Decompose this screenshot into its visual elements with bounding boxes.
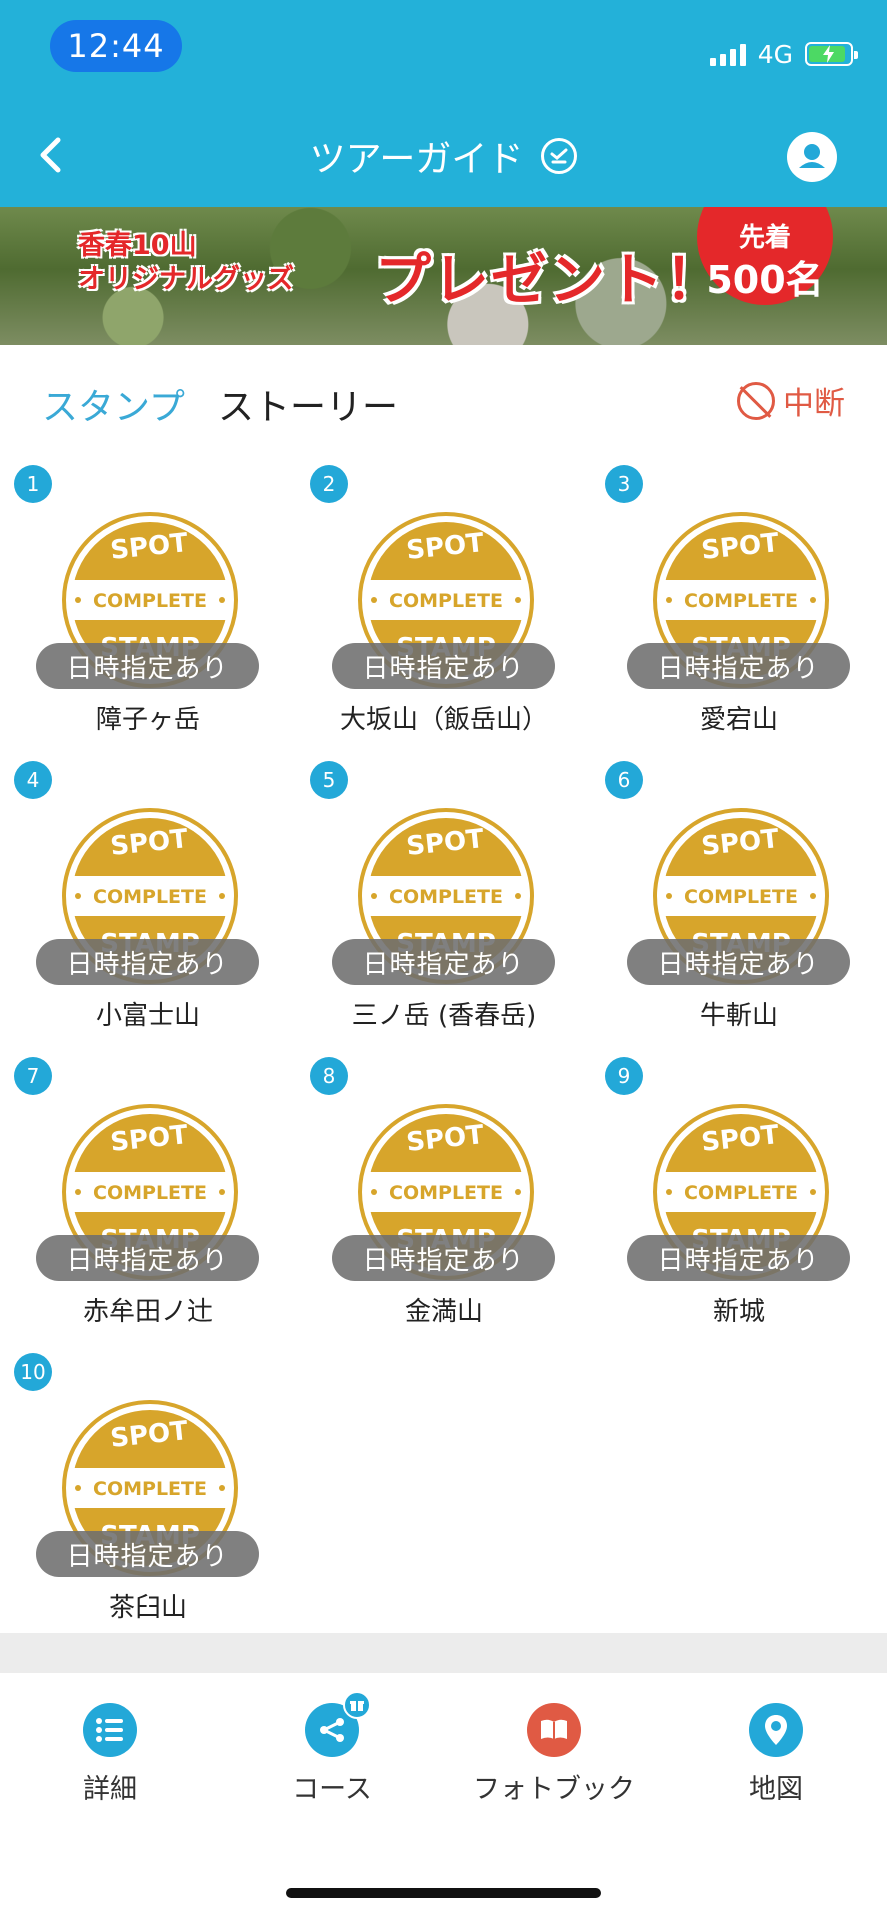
svg-text:COMPLETE: COMPLETE [93,886,207,908]
spot-name: 金満山 [404,1297,483,1327]
tab-photobook[interactable]: フォトブック [454,1703,654,1806]
stamp-cell[interactable]: 2 SPOTCOMPLETESTAMP 日時指定あり 大坂山（飯岳山） [296,455,592,751]
spot-name: 茶臼山 [108,1593,187,1623]
stamp-cell[interactable]: 7 SPOTCOMPLETESTAMP 日時指定あり 赤牟田ノ辻 [0,1047,296,1343]
tab-details[interactable]: 詳細 [10,1703,210,1806]
content-tabs: スタンプ ストーリー 中断 [0,345,887,450]
date-specified-badge: 日時指定あり [332,1235,555,1281]
svg-text:COMPLETE: COMPLETE [389,886,503,908]
tab-label: コース [292,1774,372,1805]
check-circle-icon [541,138,578,174]
svg-text:COMPLETE: COMPLETE [93,1182,207,1204]
stamp-grid: 1 SPOTCOMPLETESTAMP 日時指定あり 障子ヶ岳 2 SPOTCO… [0,455,887,1630]
pause-label: 中断 [783,386,845,422]
date-specified-badge: 日時指定あり [36,939,259,985]
stamp-cell[interactable]: 8 SPOTCOMPLETESTAMP 日時指定あり 金満山 [296,1047,592,1343]
gift-icon [343,1691,371,1719]
pause-button[interactable]: 中断 [737,378,845,423]
stamp-cell[interactable]: 1 SPOTCOMPLETESTAMP 日時指定あり 障子ヶ岳 [0,455,296,751]
banner-badge: 先着 500名 [697,207,833,305]
svg-text:COMPLETE: COMPLETE [684,1182,798,1204]
spot-number: 8 [310,1057,348,1095]
svg-text:COMPLETE: COMPLETE [389,1182,503,1204]
banner-subtitle: 香春10山 オリジナルグッズ [78,229,294,297]
stamp-cell[interactable]: 6 SPOTCOMPLETESTAMP 日時指定あり 牛斬山 [591,751,887,1047]
list-icon [83,1703,137,1757]
banner-headline: プレゼント！ [375,248,723,313]
section-divider [0,1633,887,1673]
tab-stamp[interactable]: スタンプ [42,378,185,430]
spot-name: 大坂山（飯岳山） [339,705,548,735]
stamp-cell[interactable]: 3 SPOTCOMPLETESTAMP 日時指定あり 愛宕山 [591,455,887,751]
spot-name: 牛斬山 [699,1001,778,1031]
network-type: 4G [757,39,793,69]
spot-name: 小富士山 [95,1001,200,1031]
spot-number: 7 [14,1057,52,1095]
signal-icon [709,42,746,66]
status-indicators: 4G [709,38,858,70]
date-specified-badge: 日時指定あり [332,643,555,689]
tab-map[interactable]: 地図 [676,1703,876,1806]
badge-bottom-text: 500名 [706,258,824,302]
pause-icon [737,381,775,420]
tab-story[interactable]: ストーリー [218,378,398,430]
spot-number: 9 [605,1057,643,1095]
share-icon [305,1691,371,1757]
tab-label: 詳細 [83,1774,137,1805]
status-time: 12:44 [50,20,182,72]
app-header: 12:44 4G ツアーガイド [0,0,887,207]
spot-number: 3 [605,465,643,503]
banner-line1: 香春10山 [78,230,197,261]
stamp-cell[interactable]: 4 SPOTCOMPLETESTAMP 日時指定あり 小富士山 [0,751,296,1047]
map-pin-icon [749,1703,803,1757]
page-title-text: ツアーガイド [309,139,524,180]
promo-banner[interactable]: 香春10山 オリジナルグッズ プレゼント！ 先着 500名 [0,207,887,345]
spot-name: 赤牟田ノ辻 [82,1297,213,1327]
date-specified-badge: 日時指定あり [332,939,555,985]
home-indicator[interactable] [286,1888,601,1898]
date-specified-badge: 日時指定あり [36,643,259,689]
banner-line2: オリジナルグッズ [78,264,294,295]
tab-label: フォトブック [473,1774,635,1805]
spot-number: 1 [14,465,52,503]
svg-text:COMPLETE: COMPLETE [684,886,798,908]
tab-course[interactable]: コース [232,1691,432,1806]
date-specified-badge: 日時指定あり [36,1235,259,1281]
book-icon [527,1703,581,1757]
spot-name: 三ノ岳 (香春岳) [351,1001,537,1031]
stamp-cell[interactable]: 9 SPOTCOMPLETESTAMP 日時指定あり 新城 [591,1047,887,1343]
spot-number: 4 [14,761,52,799]
bottom-tab-bar: 詳細 コース フォトブック 地図 [0,1673,887,1920]
date-specified-badge: 日時指定あり [627,1235,850,1281]
stamp-user-icon[interactable] [787,132,837,182]
spot-number: 10 [14,1353,52,1391]
spot-number: 2 [310,465,348,503]
battery-icon [805,42,858,66]
svg-text:COMPLETE: COMPLETE [389,590,503,612]
spot-name: 愛宕山 [699,705,778,735]
date-specified-badge: 日時指定あり [627,939,850,985]
stamp-cell[interactable]: 5 SPOTCOMPLETESTAMP 日時指定あり 三ノ岳 (香春岳) [296,751,592,1047]
svg-text:COMPLETE: COMPLETE [684,590,798,612]
spot-number: 6 [605,761,643,799]
page-title[interactable]: ツアーガイド [0,130,887,182]
spot-name: 新城 [712,1297,765,1327]
spot-name: 障子ヶ岳 [95,705,200,735]
svg-text:COMPLETE: COMPLETE [93,590,207,612]
stamp-cell[interactable]: 10 SPOTCOMPLETESTAMP 日時指定あり 茶臼山 [0,1343,296,1639]
date-specified-badge: 日時指定あり [627,643,850,689]
svg-text:COMPLETE: COMPLETE [93,1478,207,1500]
date-specified-badge: 日時指定あり [36,1531,259,1577]
tab-label: 地図 [749,1774,803,1805]
spot-number: 5 [310,761,348,799]
